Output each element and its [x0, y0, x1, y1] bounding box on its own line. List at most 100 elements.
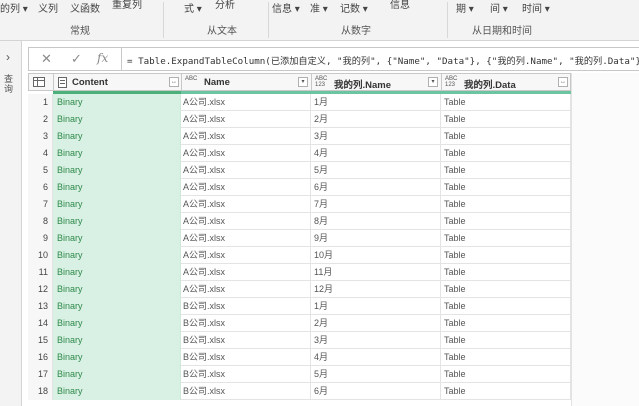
ribbon-item[interactable]: 信息 [390, 0, 410, 11]
column-header-name[interactable]: ABC Name ▾ [182, 74, 312, 91]
ribbon-item[interactable]: 间 ▾ [490, 0, 508, 15]
cell-mycol-data[interactable]: Table [441, 383, 571, 400]
cell-content[interactable]: Binary [53, 298, 181, 315]
cell-mycol-data[interactable]: Table [441, 315, 571, 332]
table-row[interactable]: 17 Binary B公司.xlsx 5月 Table [28, 366, 571, 383]
formula-input[interactable]: = Table.ExpandTableColumn(已添加自定义, "我的列",… [127, 53, 639, 67]
any-type-icon[interactable]: ABC 123 [315, 76, 327, 88]
cell-mycol-data[interactable]: Table [441, 264, 571, 281]
cell-mycol-data[interactable]: Table [441, 196, 571, 213]
ribbon-item[interactable]: 的列 ▾ [0, 0, 28, 15]
table-row[interactable]: 12 Binary A公司.xlsx 12月 Table [28, 281, 571, 298]
queries-pane[interactable]: › 查询 [0, 41, 22, 406]
cell-mycol-data[interactable]: Table [441, 281, 571, 298]
cell-mycol-name[interactable]: 4月 [311, 145, 441, 162]
table-row[interactable]: 3 Binary A公司.xlsx 3月 Table [28, 128, 571, 145]
cell-name[interactable]: A公司.xlsx [181, 213, 311, 230]
cell-mycol-name[interactable]: 4月 [311, 349, 441, 366]
cell-mycol-data[interactable]: Table [441, 213, 571, 230]
cell-content[interactable]: Binary [53, 213, 181, 230]
any-type-icon[interactable]: ABC 123 [445, 76, 457, 88]
table-menu-button[interactable] [29, 74, 54, 91]
table-row[interactable]: 18 Binary B公司.xlsx 6月 Table [28, 383, 571, 400]
cell-mycol-name[interactable]: 2月 [311, 111, 441, 128]
expand-icon[interactable]: ↔ [169, 77, 179, 87]
cell-content[interactable]: Binary [53, 196, 181, 213]
cell-content[interactable]: Binary [53, 230, 181, 247]
cell-mycol-data[interactable]: Table [441, 128, 571, 145]
cell-mycol-name[interactable]: 2月 [311, 315, 441, 332]
cell-mycol-name[interactable]: 12月 [311, 281, 441, 298]
cell-name[interactable]: B公司.xlsx [181, 298, 311, 315]
ribbon-item[interactable]: 分析 [215, 0, 235, 11]
cell-content[interactable]: Binary [53, 315, 181, 332]
cell-name[interactable]: A公司.xlsx [181, 196, 311, 213]
table-row[interactable]: 1 Binary A公司.xlsx 1月 Table [28, 94, 571, 111]
filter-dropdown-icon[interactable]: ▾ [298, 77, 308, 87]
cell-mycol-data[interactable]: Table [441, 230, 571, 247]
cell-name[interactable]: B公司.xlsx [181, 349, 311, 366]
table-row[interactable]: 9 Binary A公司.xlsx 9月 Table [28, 230, 571, 247]
cell-mycol-data[interactable]: Table [441, 111, 571, 128]
cell-mycol-name[interactable]: 3月 [311, 128, 441, 145]
ribbon-item[interactable]: 期 ▾ [456, 0, 474, 15]
cell-mycol-data[interactable]: Table [441, 349, 571, 366]
expand-icon[interactable]: ↔ [558, 77, 568, 87]
ribbon-item[interactable]: 信息 ▾ [272, 0, 300, 15]
table-row[interactable]: 15 Binary B公司.xlsx 3月 Table [28, 332, 571, 349]
table-row[interactable]: 8 Binary A公司.xlsx 8月 Table [28, 213, 571, 230]
cell-mycol-name[interactable]: 5月 [311, 366, 441, 383]
cell-content[interactable]: Binary [53, 179, 181, 196]
cell-name[interactable]: A公司.xlsx [181, 162, 311, 179]
cell-mycol-name[interactable]: 3月 [311, 332, 441, 349]
cell-mycol-name[interactable]: 9月 [311, 230, 441, 247]
cell-content[interactable]: Binary [53, 264, 181, 281]
cell-name[interactable]: A公司.xlsx [181, 94, 311, 111]
column-header-mycol-name[interactable]: ABC 123 我的列.Name ▾ [312, 74, 442, 91]
cell-mycol-data[interactable]: Table [441, 366, 571, 383]
cell-mycol-data[interactable]: Table [441, 179, 571, 196]
cell-name[interactable]: B公司.xlsx [181, 332, 311, 349]
column-header-content[interactable]: Content ↔ [54, 74, 182, 91]
cell-name[interactable]: A公司.xlsx [181, 264, 311, 281]
cell-content[interactable]: Binary [53, 94, 181, 111]
cell-name[interactable]: A公司.xlsx [181, 230, 311, 247]
cell-content[interactable]: Binary [53, 247, 181, 264]
cell-mycol-name[interactable]: 8月 [311, 213, 441, 230]
table-row[interactable]: 10 Binary A公司.xlsx 10月 Table [28, 247, 571, 264]
cell-name[interactable]: A公司.xlsx [181, 179, 311, 196]
cell-name[interactable]: B公司.xlsx [181, 383, 311, 400]
table-row[interactable]: 5 Binary A公司.xlsx 5月 Table [28, 162, 571, 179]
close-icon[interactable]: ✕ [41, 51, 52, 67]
ribbon-item[interactable]: 重复列 [112, 0, 142, 11]
cell-name[interactable]: A公司.xlsx [181, 128, 311, 145]
cell-mycol-name[interactable]: 6月 [311, 179, 441, 196]
cell-content[interactable]: Binary [53, 332, 181, 349]
cell-content[interactable]: Binary [53, 383, 181, 400]
ribbon-item[interactable]: 义列 [38, 0, 58, 15]
cell-mycol-data[interactable]: Table [441, 298, 571, 315]
text-type-icon[interactable]: ABC [185, 76, 197, 82]
cell-mycol-data[interactable]: Table [441, 247, 571, 264]
cell-mycol-name[interactable]: 1月 [311, 298, 441, 315]
cell-name[interactable]: A公司.xlsx [181, 281, 311, 298]
cell-content[interactable]: Binary [53, 111, 181, 128]
cell-content[interactable]: Binary [53, 349, 181, 366]
table-row[interactable]: 13 Binary B公司.xlsx 1月 Table [28, 298, 571, 315]
cell-mycol-data[interactable]: Table [441, 162, 571, 179]
cell-content[interactable]: Binary [53, 128, 181, 145]
table-row[interactable]: 2 Binary A公司.xlsx 2月 Table [28, 111, 571, 128]
ribbon-item[interactable]: 式 ▾ [184, 0, 202, 15]
table-row[interactable]: 14 Binary B公司.xlsx 2月 Table [28, 315, 571, 332]
cell-mycol-name[interactable]: 7月 [311, 196, 441, 213]
cell-content[interactable]: Binary [53, 162, 181, 179]
column-header-mycol-data[interactable]: ABC 123 我的列.Data ↔ [442, 74, 571, 91]
cell-content[interactable]: Binary [53, 366, 181, 383]
cell-name[interactable]: A公司.xlsx [181, 111, 311, 128]
ribbon-item[interactable]: 义函数 [70, 0, 100, 15]
cell-mycol-data[interactable]: Table [441, 145, 571, 162]
cell-name[interactable]: B公司.xlsx [181, 366, 311, 383]
table-row[interactable]: 11 Binary A公司.xlsx 11月 Table [28, 264, 571, 281]
table-row[interactable]: 7 Binary A公司.xlsx 7月 Table [28, 196, 571, 213]
cell-mycol-name[interactable]: 10月 [311, 247, 441, 264]
